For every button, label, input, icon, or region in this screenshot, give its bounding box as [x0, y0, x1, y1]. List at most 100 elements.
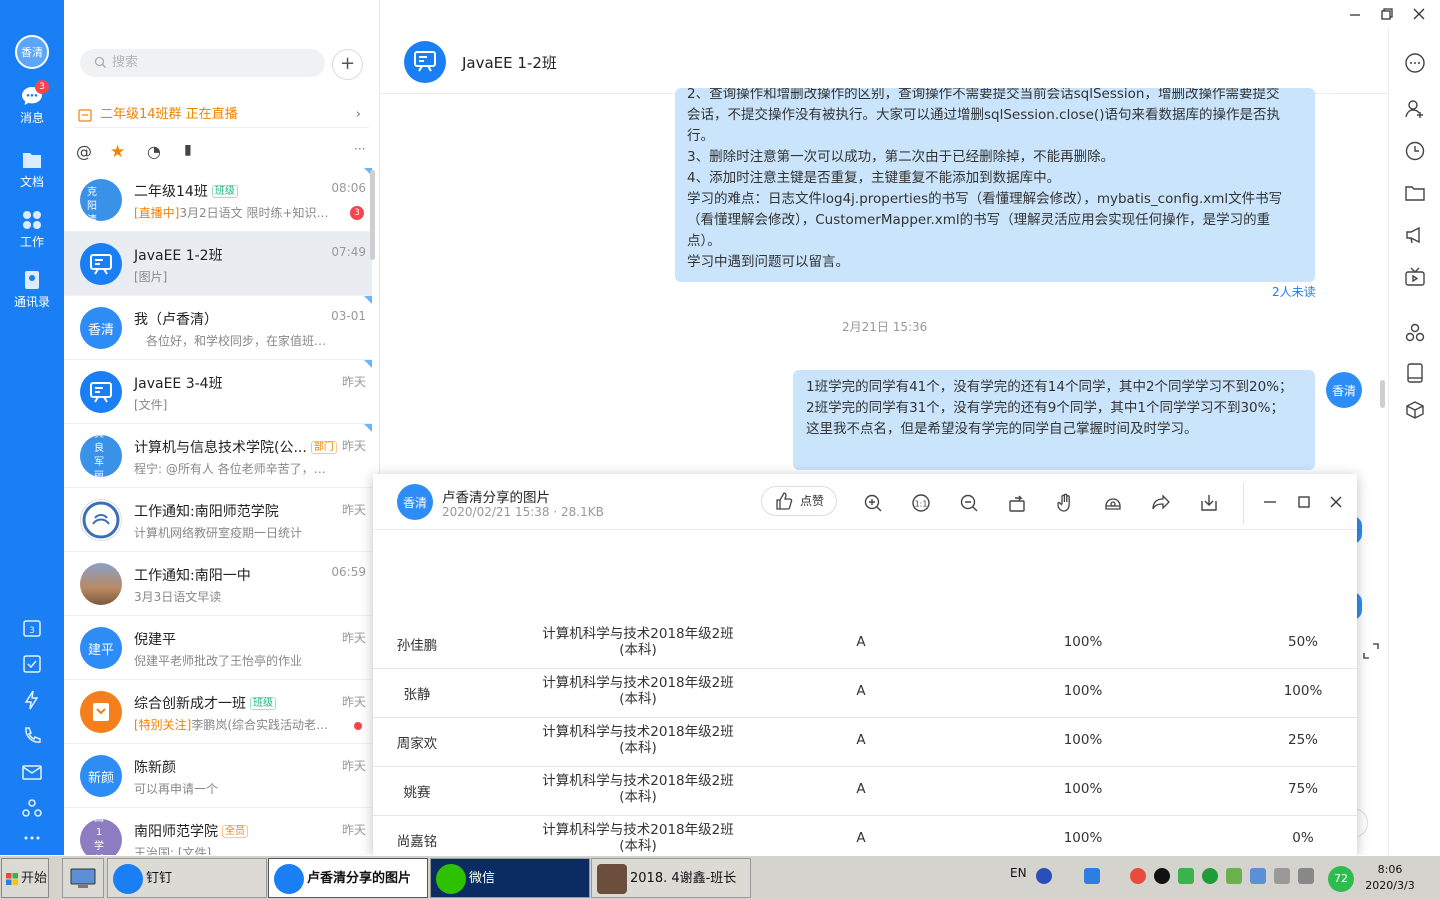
add-member-icon[interactable]	[1404, 98, 1426, 120]
folder-icon[interactable]	[1404, 182, 1426, 204]
taskbar-label: 钉钉	[146, 871, 173, 886]
shield-icon[interactable]	[1084, 868, 1100, 884]
sharer-avatar[interactable]: 香清	[397, 484, 433, 520]
todo-check-icon[interactable]	[20, 652, 44, 676]
nav-work[interactable]: 工作	[0, 210, 64, 250]
announcement-icon[interactable]	[1404, 224, 1426, 246]
list-item[interactable]: 克阳清松 二年级14班班级 08:06 [直播中]3月2日语文 限时练+知识清单…	[64, 168, 372, 232]
history-icon[interactable]	[1404, 140, 1426, 162]
volume-icon[interactable]	[1274, 868, 1290, 884]
unread-badge: 3	[350, 206, 364, 220]
nav-docs[interactable]: 文档	[0, 150, 64, 190]
more-icon[interactable]: ···	[354, 142, 378, 160]
live-banner[interactable]: 二年级14班群 正在直播 ›	[74, 102, 369, 128]
close-icon[interactable]	[1411, 6, 1427, 22]
taskbar-dingtalk[interactable]: 钉钉	[107, 858, 267, 898]
minimize-icon[interactable]	[1262, 494, 1278, 510]
list-item[interactable]: JavaEE 1-2班 07:49 [图片]	[64, 232, 372, 296]
qq-icon[interactable]	[1154, 868, 1170, 884]
list-item[interactable]: 香清 我（卢香清） 03-01 各位好，和学校同步，在家值班接...	[64, 296, 372, 360]
table-row: 张静 计算机科学与技术2018年级2班 (本科) A 100% 100%	[373, 669, 1357, 718]
start-button[interactable]: 开始	[1, 858, 49, 898]
class-board-icon	[90, 382, 112, 403]
desktop-shortcut[interactable]	[62, 858, 104, 898]
conv-time: 03-01	[331, 309, 366, 323]
taskbar-wechat[interactable]: 微信	[430, 858, 590, 898]
nvidia-icon[interactable]	[1226, 868, 1242, 884]
search-input[interactable]: 搜索	[80, 49, 325, 77]
list-item[interactable]: 国1学哲 南阳师范学院全员 昨天 王治国: [文件]	[64, 808, 372, 855]
calendar-icon[interactable]: 3	[20, 616, 44, 640]
chat-scrollbar[interactable]	[1380, 380, 1385, 408]
conv-name: 工作通知:南阳一中	[134, 568, 251, 584]
tray-app-icon[interactable]	[1130, 868, 1146, 884]
sender-avatar[interactable]: 香清	[1326, 372, 1362, 408]
rotate-icon[interactable]	[1007, 493, 1027, 513]
clock-date: 2020/3/3	[1365, 879, 1415, 892]
phone-icon[interactable]	[20, 724, 44, 748]
expand-icon[interactable]	[1362, 642, 1380, 660]
zoom-out-icon[interactable]	[959, 493, 979, 513]
more-dots-icon[interactable]	[20, 826, 44, 850]
actual-size-icon[interactable]: 1:1	[911, 493, 931, 513]
tray-green-icon[interactable]	[1202, 868, 1218, 884]
unread-dot	[354, 722, 362, 730]
network-icon[interactable]	[1298, 868, 1314, 884]
org-icon[interactable]	[20, 796, 44, 820]
message-line: 学习的难点：日志文件log4j.properties的书写（看懂理解会修改），m…	[687, 191, 1283, 207]
user-avatar[interactable]: 香清	[15, 35, 49, 69]
tray-security-icon[interactable]	[1178, 868, 1194, 884]
more-options-icon[interactable]	[1404, 52, 1426, 74]
list-item[interactable]: JavaEE 3-4班 昨天 [文件]	[64, 360, 372, 424]
tray-shield-icon[interactable]	[1250, 868, 1266, 884]
list-item[interactable]: 综合创新成才一班 班级 昨天 [特别关注]李鹏岚(综合实践活动老师)...	[64, 680, 372, 744]
close-icon[interactable]	[1328, 494, 1344, 510]
nav-messages[interactable]: 3 消息	[0, 80, 64, 126]
nav-contacts[interactable]: 通讯录	[0, 270, 64, 310]
group-avatar[interactable]	[404, 41, 446, 83]
add-button[interactable]: +	[332, 49, 363, 80]
live-tv-icon[interactable]	[1404, 266, 1426, 288]
chat-title[interactable]: JavaEE 1-2班	[462, 52, 557, 73]
list-item[interactable]: 建平 倪建平 昨天 倪建平老师批改了王怡亭的作业	[64, 616, 372, 680]
help-icon[interactable]	[1036, 868, 1052, 884]
minimize-icon[interactable]	[1347, 6, 1363, 22]
list-item[interactable]: 新颜 陈新颜 昨天 可以再申请一个	[64, 744, 372, 808]
avatar: 新颜	[80, 755, 122, 797]
notebook-icon[interactable]	[1404, 362, 1426, 384]
bookmark-icon[interactable]: ▮	[184, 142, 202, 160]
apps-cluster-icon[interactable]	[1404, 322, 1426, 344]
list-item[interactable]: 工作通知:南阳师范学院 昨天 计算机网络教研室疫期一日统计	[64, 488, 372, 552]
zoom-in-icon[interactable]	[863, 493, 883, 513]
lightning-icon[interactable]	[20, 688, 44, 712]
viewer-canvas[interactable]	[373, 530, 1357, 632]
table-row: 尚嘉铭 计算机科学与技术2018年级2班 (本科) A 100% 0%	[373, 816, 1357, 855]
list-item[interactable]: 真良军丽 计算机与信息技术学院(公...部门 昨天 程宁: @所有人 各位老师辛…	[64, 424, 372, 488]
tray-score-badge[interactable]: 72	[1328, 866, 1354, 892]
message-bubble[interactable]: 1班学完的同学有41个，没有学完的还有14个同学，其中2个同学学习不到20%； …	[793, 370, 1315, 470]
cell-name: 孙佳鹏	[396, 638, 438, 654]
taskbar-photo[interactable]: 2018. 4谢鑫-班长	[591, 858, 751, 898]
hand-icon[interactable]	[1055, 493, 1075, 513]
clock-icon[interactable]: ◔	[147, 142, 165, 161]
at-mention-icon[interactable]: @	[76, 142, 94, 161]
list-scrollbar[interactable]	[370, 170, 375, 260]
star-icon[interactable]: ★	[110, 142, 128, 162]
like-button[interactable]: 点赞	[761, 486, 837, 516]
share-icon[interactable]	[1151, 493, 1171, 513]
maximize-icon[interactable]	[1296, 494, 1312, 510]
cell-class: 计算机科学与技术2018年级2班 (本科)	[513, 724, 763, 756]
taskbar-image-viewer[interactable]: 卢香清分享的图片	[268, 858, 428, 898]
message-bubble[interactable]: 2、查询操作和增删改操作的区别，查询操作不需要提交当前会话sqlSession，…	[675, 88, 1315, 282]
list-item[interactable]: 工作通知:南阳一中 06:59 3月3日语文早读	[64, 552, 372, 616]
ocr-icon[interactable]	[1103, 493, 1123, 513]
package-add-icon[interactable]	[1404, 400, 1426, 422]
read-status[interactable]: 2人未读	[1272, 283, 1316, 300]
mail-icon[interactable]	[20, 760, 44, 784]
download-icon[interactable]	[1199, 493, 1219, 513]
table-row: 周家欢 计算机科学与技术2018年级2班 (本科) A 100% 25%	[373, 718, 1357, 767]
system-clock[interactable]: 8:06 2020/3/3	[1360, 862, 1420, 894]
language-indicator[interactable]: EN	[1010, 866, 1027, 880]
restore-icon[interactable]	[1379, 6, 1395, 22]
class-tag: 班级	[211, 185, 238, 198]
